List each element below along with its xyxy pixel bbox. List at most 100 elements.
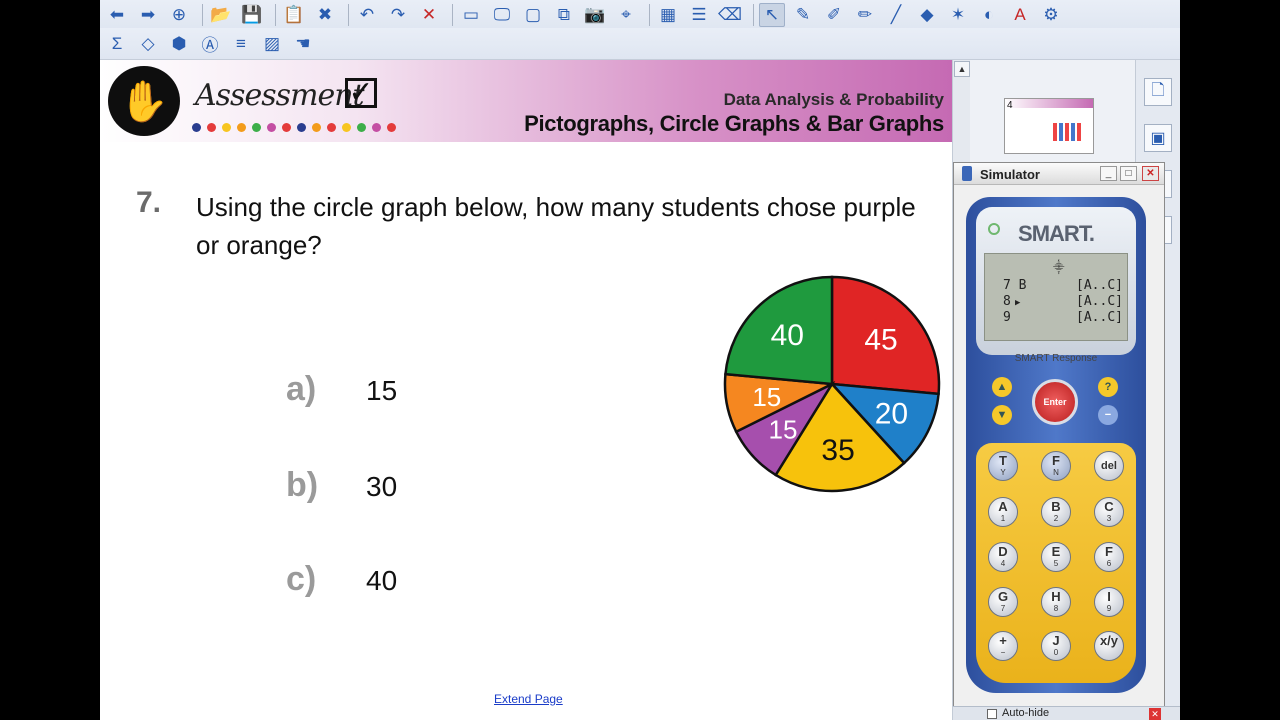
key-f[interactable]: F6 [1094,542,1124,572]
key-h[interactable]: H8 [1041,587,1071,617]
add-page-icon[interactable]: ⊕ [166,3,192,27]
clear-icon[interactable]: ⌫ [717,3,743,27]
maximize-button[interactable]: □ [1120,166,1137,181]
main-toolbar: ⬅ ➡ ⊕ 📂 💾 📋 ✖ ↶ ↷ ✕ ▭ 🖵 ▢ ⧉ 📷 ⌖ ▦ ☰ ⌫ ↖ ✎ ✐ ✏ ╱ ◆ ✶ ◐ A ⚙ [100,0,1180,30]
save-icon[interactable]: 💾 [239,3,265,27]
star-icon[interactable]: ⬢ [166,32,192,56]
key-plus[interactable]: + − [988,631,1018,661]
fill-icon[interactable]: ◐ [976,3,1002,27]
creative-pen-icon[interactable]: ✐ [821,3,847,27]
text-icon[interactable]: A [1007,3,1033,27]
line-icon[interactable]: ╱ [883,3,909,27]
key-d[interactable]: D4 [988,542,1018,572]
full-screen-icon[interactable]: 🖵 [489,3,515,27]
answer-b[interactable]: b) 30 [286,466,397,505]
page-thumbnail[interactable]: 4 [1004,98,1094,154]
notebook-page[interactable]: ✋ Assessment ✓ Data Analysis & Probabili… [100,60,952,720]
lcd-row-range: [A..C] [1076,278,1123,293]
graph-icon[interactable]: ▨ [259,32,285,56]
screen-shade-icon[interactable]: ▭ [458,3,484,27]
toolbar-separator [275,4,276,26]
properties-icon[interactable]: ☰ [686,3,712,27]
key-sublabel: 7 [1000,604,1006,613]
color-dots [192,123,396,132]
toolbar-separator [753,4,754,26]
key-xy[interactable]: x/y [1094,631,1124,661]
highlighter-icon[interactable]: ✏ [852,3,878,27]
redo-icon[interactable]: ↷ [385,3,411,27]
help-button[interactable]: ? [1098,377,1118,397]
delete-page-icon[interactable]: ✖ [312,3,338,27]
key-label: + [999,633,1007,648]
pen-icon[interactable]: ✎ [790,3,816,27]
answer-value: 30 [366,471,398,502]
extend-page-link[interactable]: Extend Page [494,692,563,706]
delete-key[interactable]: del [1094,451,1124,481]
dual-view-icon[interactable]: ⧉ [551,3,577,27]
lcd-row-range: [A..C] [1076,294,1123,309]
key-i[interactable]: I9 [1094,587,1124,617]
auto-hide-checkbox[interactable] [987,709,997,719]
layout-icon[interactable]: ≡ [228,32,254,56]
magic-pen-icon[interactable]: ✶ [945,3,971,27]
minus-button[interactable]: − [1098,405,1118,425]
minimize-button[interactable]: _ [1100,166,1117,181]
capture-icon[interactable]: 📷 [582,3,608,27]
close-icon[interactable]: ✕ [1149,708,1161,720]
key-g[interactable]: G7 [988,587,1018,617]
down-button[interactable]: ▼ [992,405,1012,425]
key-c[interactable]: C3 [1094,497,1124,527]
shape-icon[interactable]: ◆ [914,3,940,27]
color-dot [372,123,381,132]
response-icon[interactable]: ◇ [135,32,161,56]
transparent-bg-icon[interactable]: ▢ [520,3,546,27]
document-camera-icon[interactable]: ⌖ [613,3,639,27]
key-f[interactable]: FN [1041,451,1071,481]
gallery-icon[interactable]: ▣ [1144,124,1172,152]
tools-icon[interactable]: ⚙ [1038,3,1064,27]
close-button[interactable]: ✕ [1142,166,1159,181]
pie-slice-label: 40 [771,319,804,352]
smart-notebook-window: ⬅ ➡ ⊕ 📂 💾 📋 ✖ ↶ ↷ ✕ ▭ 🖵 ▢ ⧉ 📷 ⌖ ▦ ☰ ⌫ ↖ ✎ ✐ ✏ ╱ ◆ ✶ ◐ A ⚙ Σ ◇ ⬢ Ⓐ ≡ ▨ ☚ ✋ … [100,0,1180,720]
select-icon[interactable]: ↖ [759,3,785,27]
sum-icon[interactable]: Σ [104,32,130,56]
key-sublabel: − [1000,648,1006,657]
pie-slice-label: 15 [769,415,798,445]
paste-icon[interactable]: 📋 [281,3,307,27]
key-e[interactable]: E5 [1041,542,1071,572]
key-label: I [1107,589,1111,604]
answer-value: 15 [366,375,398,406]
key-b[interactable]: B2 [1041,497,1071,527]
key-j[interactable]: J0 [1041,631,1071,661]
table-icon[interactable]: ▦ [655,3,681,27]
undo-icon[interactable]: ↶ [354,3,380,27]
assessment-banner: ✋ Assessment ✓ Data Analysis & Probabili… [100,60,952,142]
simulator-titlebar[interactable]: Simulator _ □ ✕ [954,163,1164,185]
key-a[interactable]: A1 [988,497,1018,527]
answer-c[interactable]: c) 40 [286,560,397,599]
key-sublabel: 1 [1000,514,1006,523]
thumbnail-page-number: 4 [1007,100,1013,111]
font-icon[interactable]: Ⓐ [197,32,223,56]
banner-subtitle: Data Analysis & Probability [723,90,944,109]
sidebar-bottom-bar: Auto-hide ✕ [953,706,1180,720]
lcd-screen: ⸎ 7 B [A..C] 8 [A..C] ▶ 9 [A..C] [984,253,1128,341]
key-t[interactable]: TY [988,451,1018,481]
color-dot [342,123,351,132]
forward-icon[interactable]: ➡ [135,3,161,27]
assessment-word: Assessment [195,78,365,113]
scroll-up-button[interactable]: ▲ [954,61,970,77]
up-button[interactable]: ▲ [992,377,1012,397]
thumbnail-banner [1005,99,1093,108]
open-icon[interactable]: 📂 [208,3,234,27]
secondary-toolbar: Σ ◇ ⬢ Ⓐ ≡ ▨ ☚ [100,28,1180,60]
page-sorter-icon[interactable]: 🗋 [1144,78,1172,106]
banner-title: Pictographs, Circle Graphs & Bar Graphs [524,111,944,136]
key-sublabel: 5 [1053,559,1059,568]
delete-icon[interactable]: ✕ [416,3,442,27]
answer-a[interactable]: a) 15 [286,370,397,409]
back-icon[interactable]: ⬅ [104,3,130,27]
enter-button[interactable]: Enter [1032,379,1078,425]
hand-icon[interactable]: ☚ [290,32,316,56]
question-text: Using the circle graph below, how many s… [196,192,916,260]
